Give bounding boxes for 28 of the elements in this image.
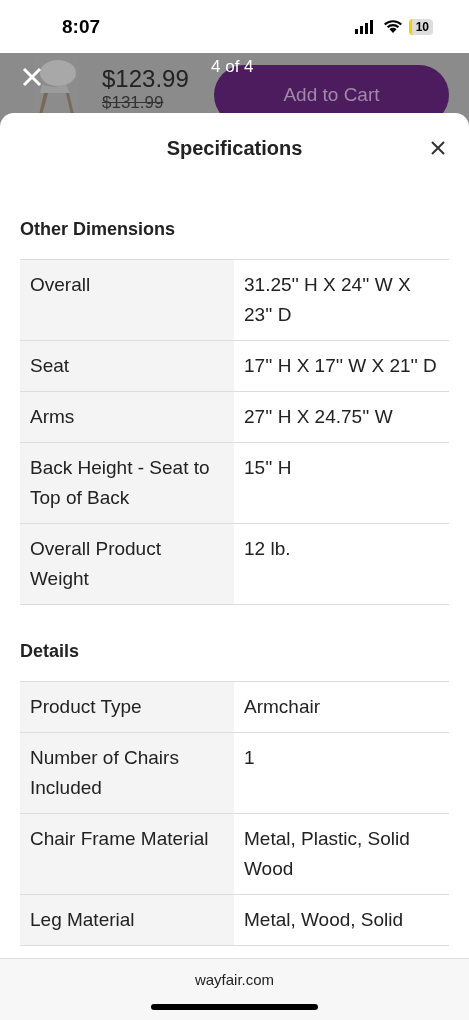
spec-label: Seat [20,341,234,391]
spec-value: 31.25'' H X 24'' W X 23'' D [243,273,412,327]
original-price: $131.99 [102,93,165,113]
spec-label: Chair Frame Material [20,814,234,894]
spec-value: 27'' H X 24.75'' W [243,405,394,429]
sheet-title: Specifications [166,136,303,160]
spec-value: 15'' H [243,456,293,480]
battery-indicator: 10 [408,18,433,35]
section-heading: Other Dimensions [20,218,177,241]
product-price: $123.99 [102,65,189,93]
section-heading: Details [20,640,81,663]
spec-value: 17'' H X 17'' W X 21'' D [243,354,438,378]
url-text[interactable]: wayfair.com [194,971,275,988]
wifi-icon [382,19,403,34]
spec-label: Product Type [20,682,234,732]
spec-label: Back Height - Seat to Top of Back [20,443,234,523]
spec-label: Leg Material [20,895,234,945]
spec-label: Number of Chairs Included [20,733,234,813]
close-icon[interactable] [431,141,445,155]
spec-value: Metal, Wood, Solid [243,908,405,932]
spec-value: Metal, Plastic, Solid Wood [243,827,411,881]
spec-value: Armchair [243,695,321,719]
spec-label: Overall Product Weight [20,524,234,604]
spec-value: 12 lb. [243,537,292,561]
spec-value: 1 [243,746,256,770]
status-time: 8:07 [62,15,101,38]
spec-label: Arms [20,392,234,442]
spec-label: Overall [20,260,234,340]
